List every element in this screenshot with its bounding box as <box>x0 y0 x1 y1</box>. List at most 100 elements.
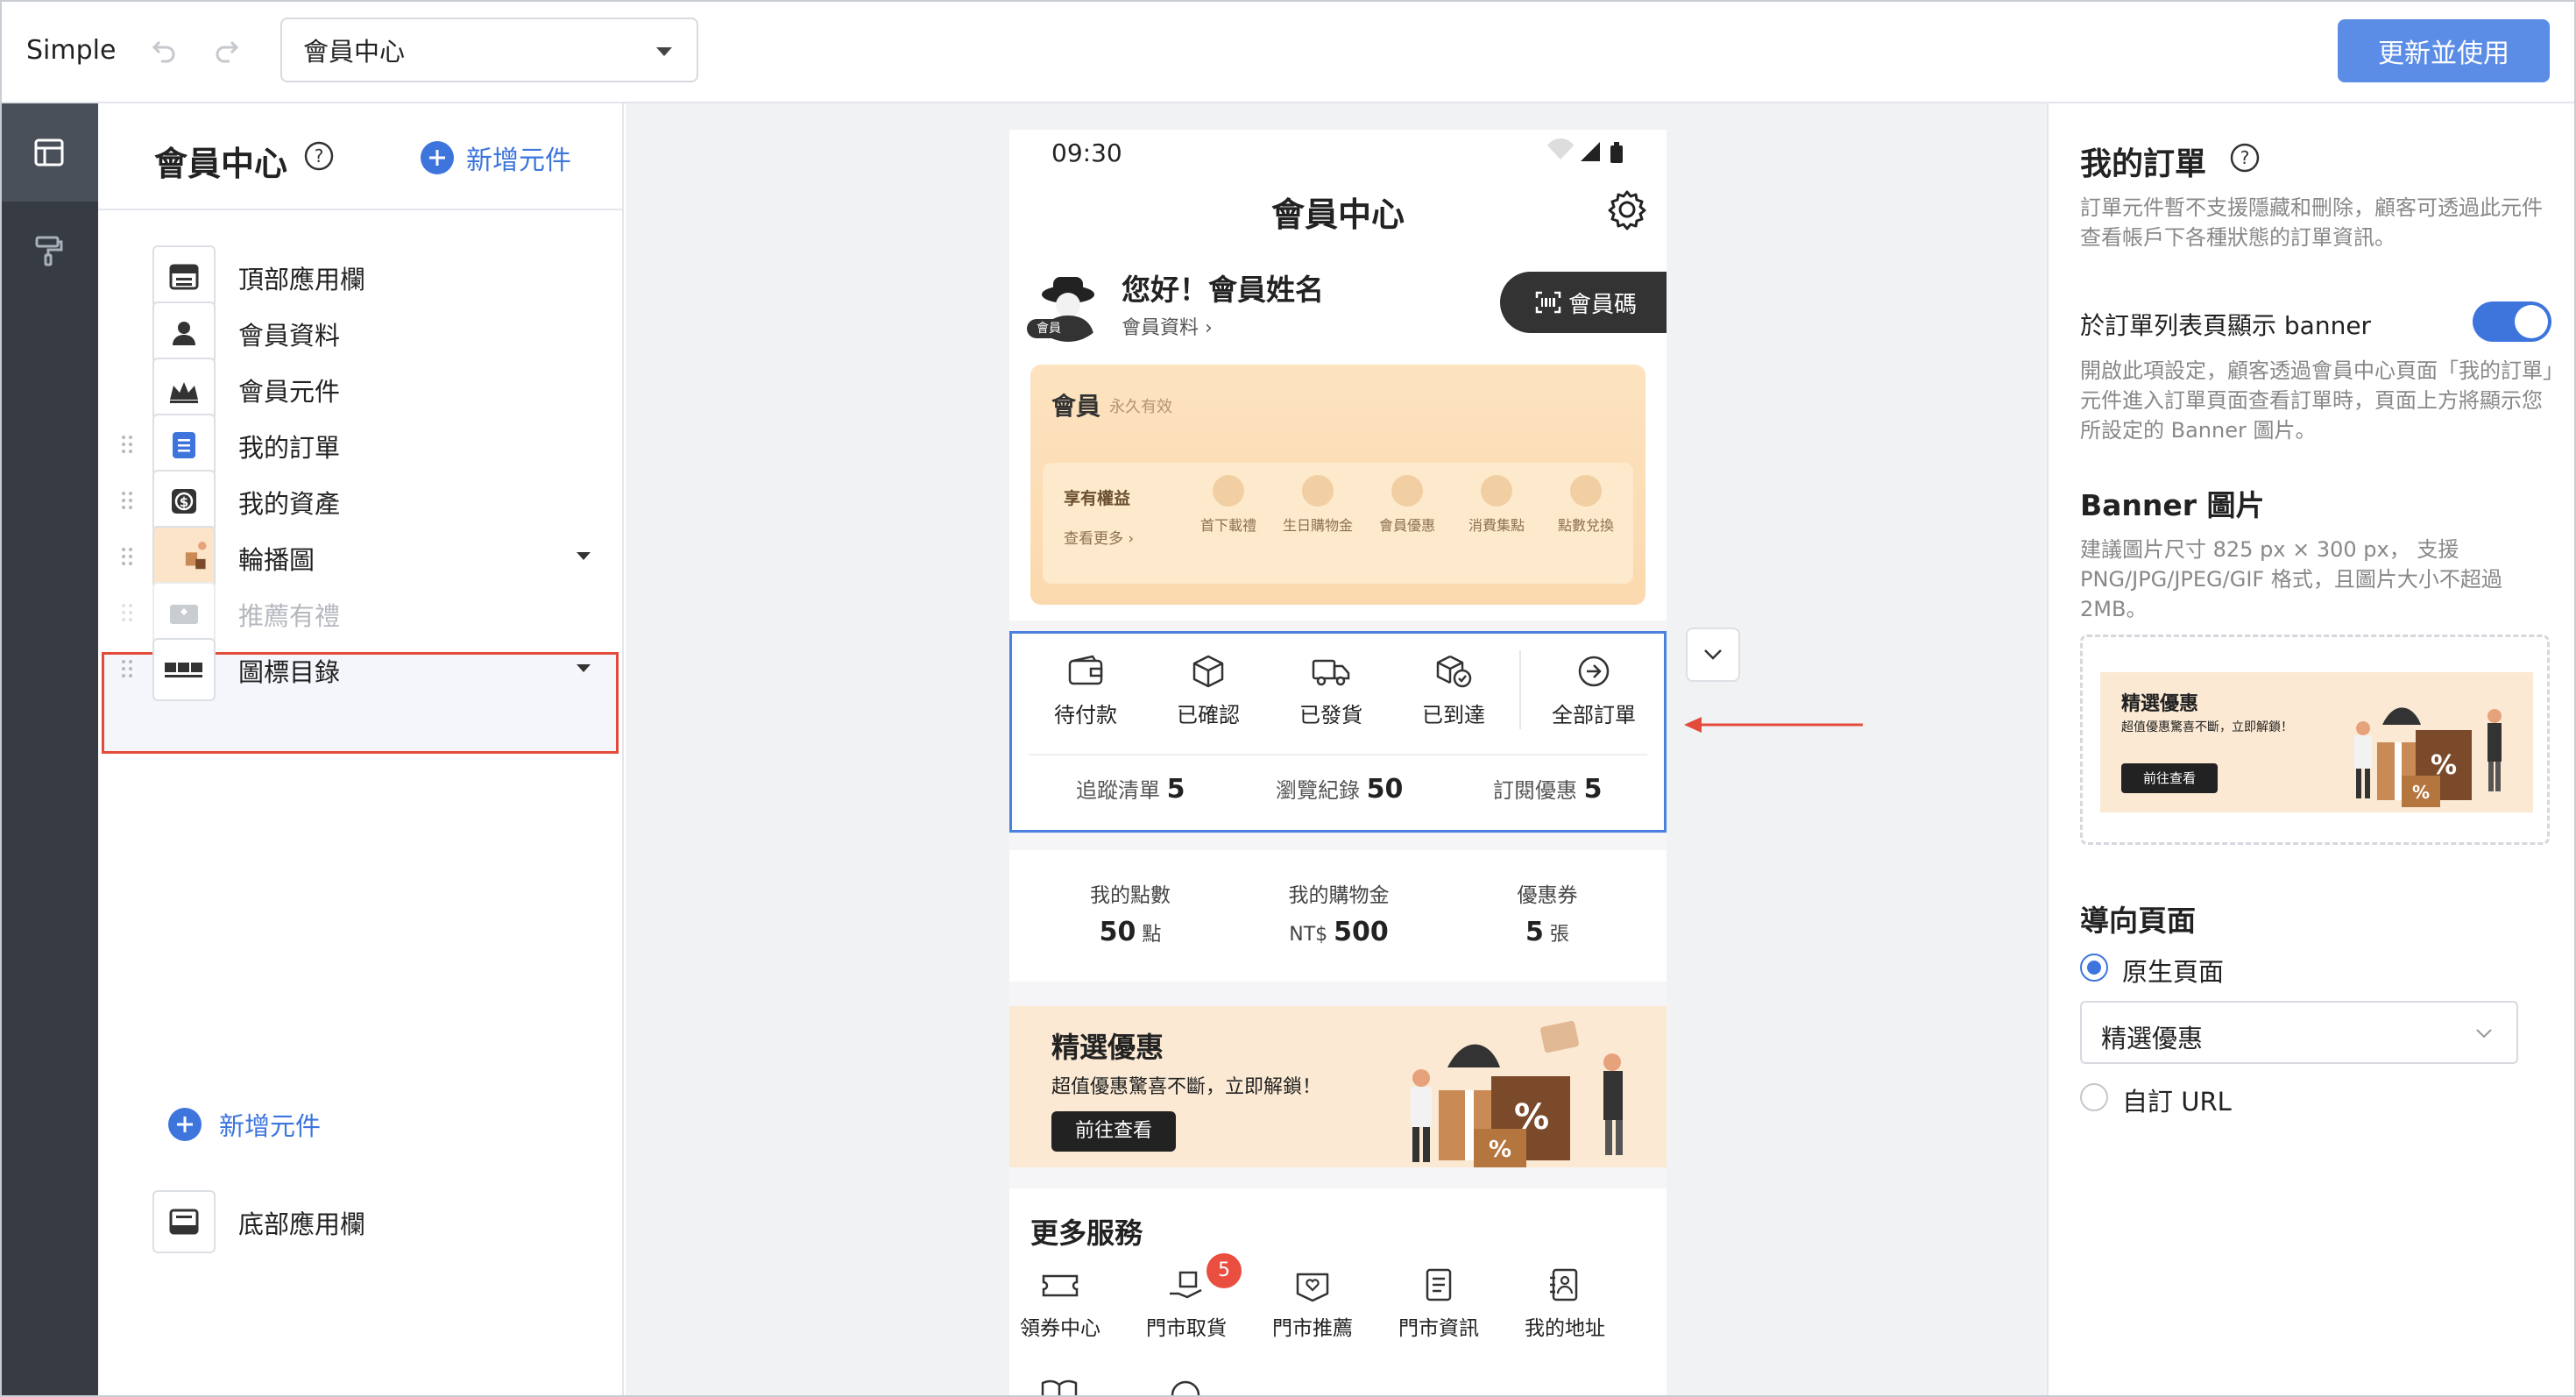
drag-handle-icon[interactable] <box>121 659 133 678</box>
benefits-panel: 享有權益 查看更多 › 首下載禮 生日購物金 會員優惠 消費集點 點數兌換 <box>1043 463 1633 584</box>
redo-button[interactable] <box>210 35 245 70</box>
stamp-icon <box>1481 475 1512 507</box>
order-status-confirmed[interactable]: 已確認 <box>1160 654 1256 728</box>
status-time: 09:30 <box>1051 138 1122 167</box>
profile-link[interactable]: 會員資料 › <box>1122 312 1213 340</box>
add-component-inline-label: 新增元件 <box>219 1111 322 1141</box>
add-component-button[interactable]: 新增元件 <box>421 138 571 177</box>
components-title: 會員中心 <box>154 145 288 183</box>
store-heart-icon <box>1296 1273 1329 1302</box>
asset-coupons[interactable]: 優惠券 5 張 <box>1460 878 1635 947</box>
order-status-arrived[interactable]: 已到達 <box>1405 654 1502 728</box>
phone-page-title: 會員中心 <box>1270 195 1405 234</box>
member-card[interactable]: 會員 永久有效 享有權益 查看更多 › 首下載禮 生日購物金 會員優惠 消費集點… <box>1030 365 1645 605</box>
style-tab[interactable] <box>0 202 98 300</box>
radio-native-page-label: 原生頁面 <box>2122 957 2225 987</box>
undo-button[interactable] <box>145 35 180 70</box>
page-select[interactable]: 會員中心 <box>280 18 698 82</box>
publish-button[interactable]: 更新並使用 <box>2338 19 2550 82</box>
svg-text:%: % <box>2412 782 2430 803</box>
service-store-info[interactable]: 門市資訊 <box>1386 1267 1491 1341</box>
paint-roller-icon <box>35 236 63 266</box>
document-icon <box>1426 1268 1452 1301</box>
preview-button: 前往查看 <box>2121 763 2218 793</box>
footer-bar-icon <box>152 1190 216 1253</box>
benefits-title: 享有權益 <box>1064 489 1131 508</box>
notification-badge: 5 <box>1207 1253 1242 1288</box>
headphones-icon[interactable] <box>1165 1376 1206 1397</box>
member-level-badge: 會員 <box>1027 319 1071 338</box>
stat-tracking-list[interactable]: 追蹤清單 5 <box>1076 773 1185 805</box>
plus-circle-icon <box>421 141 454 174</box>
banner-image-upload[interactable]: 精選優惠 超值優惠驚喜不斷，立即解鎖！ 前往查看 % % <box>2080 635 2550 845</box>
benefit-item[interactable]: 點數兌換 <box>1551 475 1621 535</box>
box-check-icon <box>1436 655 1472 688</box>
order-status-shipped[interactable]: 已發貨 <box>1283 654 1379 728</box>
settings-title: 我的訂單 <box>2080 146 2207 182</box>
banner-cta-button[interactable]: 前往查看 <box>1051 1111 1176 1152</box>
collapse-button[interactable] <box>1686 628 1740 682</box>
more-services-widget: 更多服務 領券中心 門市取貨 5 門市推薦 門市資訊 我的地址 <box>1009 1188 1667 1397</box>
banner-toggle[interactable] <box>2473 301 2551 342</box>
layout-tab[interactable] <box>0 103 98 202</box>
add-component-label: 新增元件 <box>466 145 571 176</box>
settings-gear-icon[interactable] <box>1605 188 1649 231</box>
page-select-value: 會員中心 <box>303 37 406 67</box>
component-item-icon-catalog[interactable]: 圖標目錄 <box>98 615 622 720</box>
svg-text:?: ? <box>315 145 324 167</box>
status-icons <box>1547 138 1623 163</box>
grid-icon <box>152 638 216 701</box>
my-orders-widget[interactable]: 待付款 已確認 已發貨 已到達 全部訂單 追蹤清單 5 瀏覽紀錄 50 訂閱優惠… <box>1009 631 1667 833</box>
nav-page-select-value: 精選優惠 <box>2101 1024 2204 1053</box>
caret-down-icon[interactable] <box>577 664 591 672</box>
divider <box>1519 650 1521 729</box>
service-my-address[interactable]: 我的地址 <box>1512 1267 1617 1341</box>
my-assets-widget: 我的點數 50 點 我的購物金 NT$ 500 優惠券 5 張 <box>1009 850 1667 982</box>
radio-custom-url[interactable] <box>2080 1083 2108 1111</box>
component-item-footer-bar[interactable]: 底部應用欄 <box>98 1167 622 1273</box>
banner-image-description: 建議圖片尺寸 825 px × 300 px， 支援 PNG/JPG/JPEG/… <box>2080 537 2502 621</box>
radio-custom-url-label: 自訂 URL <box>2122 1087 2232 1117</box>
birthday-cake-icon <box>1302 475 1334 507</box>
benefit-item[interactable]: 首下載禮 <box>1193 475 1263 535</box>
toggle-knob <box>2515 305 2548 338</box>
phone-preview: 09:30 會員中心 會員 您好！會員姓名 會員資料 › 會員碼 會員 永久有效… <box>1009 130 1667 1397</box>
plus-circle-icon <box>168 1108 202 1141</box>
radio-native-page[interactable] <box>2080 954 2108 982</box>
service-store-recommend[interactable]: 門市推薦 <box>1260 1267 1365 1341</box>
chevron-down-icon <box>1704 649 1722 660</box>
stat-subscribed-offers[interactable]: 訂閱優惠 5 <box>1493 773 1603 805</box>
benefit-item[interactable]: 消費集點 <box>1461 475 1532 535</box>
services-title: 更多服務 <box>1030 1216 1143 1250</box>
order-status-pending-payment[interactable]: 待付款 <box>1037 654 1134 728</box>
benefit-item[interactable]: 會員優惠 <box>1372 475 1442 535</box>
asset-points[interactable]: 我的點數 50 點 <box>1043 878 1218 947</box>
add-component-inline-button[interactable]: 新增元件 <box>168 1106 321 1143</box>
preview-subtitle: 超值優惠驚喜不斷，立即解鎖！ <box>2121 720 2293 734</box>
chevron-down-icon <box>2476 1029 2492 1039</box>
help-icon[interactable]: ? <box>2229 142 2261 174</box>
crown-icon <box>1391 475 1423 507</box>
service-coupon-center[interactable]: 領券中心 <box>1009 1267 1113 1341</box>
promo-banner[interactable]: 精選優惠 超值優惠驚喜不斷，立即解鎖！ 前往查看 % % <box>1009 1006 1667 1167</box>
caret-down-icon <box>656 47 672 56</box>
gift-boxes-illustration: % % <box>2354 707 2502 807</box>
benefit-item[interactable]: 生日購物金 <box>1283 475 1353 535</box>
nav-page-select[interactable]: 精選優惠 <box>2080 1001 2518 1064</box>
components-header: 會員中心 ? 新增元件 <box>98 103 622 210</box>
banner-image-preview: 精選優惠 超值優惠驚喜不斷，立即解鎖！ 前往查看 % % <box>2100 672 2533 812</box>
benefits-more-link[interactable]: 查看更多 › <box>1064 526 1134 548</box>
help-icon[interactable]: ? <box>303 140 335 172</box>
member-code-button[interactable]: 會員碼 <box>1500 272 1667 333</box>
book-icon[interactable] <box>1039 1376 1079 1397</box>
stat-browsing-history[interactable]: 瀏覽紀錄 50 <box>1276 773 1403 805</box>
annotation-arrow <box>1684 717 1863 733</box>
phone-header-section: 09:30 會員中心 會員 您好！會員姓名 會員資料 › 會員碼 <box>1009 130 1667 384</box>
component-item-label: 圖標目錄 <box>238 657 341 687</box>
greeting-text: 您好！會員姓名 <box>1122 273 1324 307</box>
asset-shopping-credit[interactable]: 我的購物金 NT$ 500 <box>1251 878 1426 947</box>
gift-boxes-illustration: % % <box>1411 1020 1623 1167</box>
wallet-icon <box>1068 655 1103 685</box>
order-status-all[interactable]: 全部訂單 <box>1546 654 1642 728</box>
preview-canvas: 09:30 會員中心 會員 您好！會員姓名 會員資料 › 會員碼 會員 永久有效… <box>626 103 2047 1397</box>
